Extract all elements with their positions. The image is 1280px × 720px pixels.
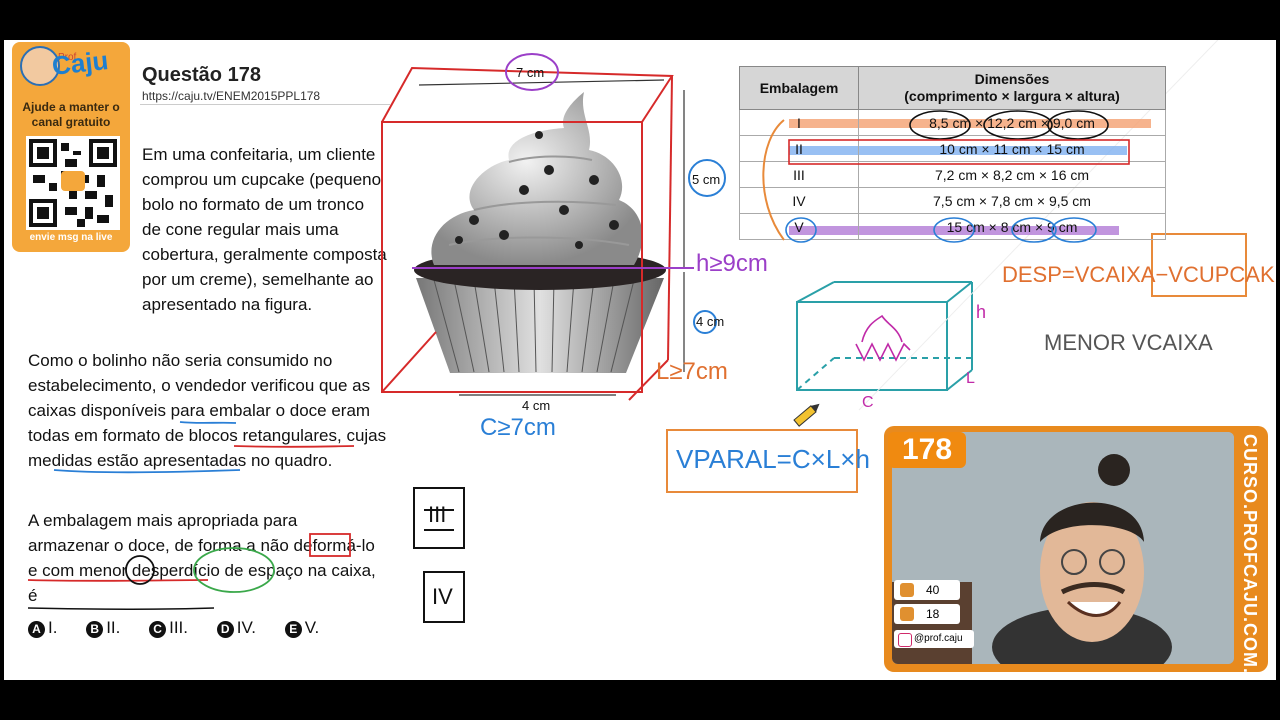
table-row: I 8,5 cm × 12,2 cm × 9,0 cm xyxy=(739,109,1166,136)
annotation-volume-formula: VPARAL=C×L×h xyxy=(676,444,870,474)
annotation-mark-iii: III xyxy=(428,502,447,527)
table-header-embalagem: Embalagem xyxy=(739,66,859,110)
annotation-box-c: C xyxy=(862,394,874,411)
course-url: CURSO.PROFCAJU.COM.BR xyxy=(1240,434,1260,680)
question-link[interactable]: https://caju.tv/ENEM2015PPL178 xyxy=(142,89,320,103)
annotation-desp-formula: DESP=VCAIXA−VCUPCAKE xyxy=(1002,262,1276,287)
figure-height-label: 5 cm xyxy=(692,172,721,187)
help-text: Ajude a manter o canal gratuito xyxy=(22,100,120,129)
question-title: Questão 178 xyxy=(142,64,261,86)
question-number-badge: 178 xyxy=(888,432,966,468)
dimensions-table: Embalagem Dimensões (comprimento × largur… xyxy=(739,66,1166,240)
answer-options: A I. B II. C III. D IV. E V. xyxy=(28,618,343,638)
option-d[interactable]: D IV. xyxy=(216,618,256,638)
thumbs-up-icon xyxy=(900,583,914,597)
option-e[interactable]: E V. xyxy=(284,618,319,638)
option-b[interactable]: B II. xyxy=(86,618,120,638)
figure-base-height-label: 4 cm xyxy=(696,314,725,329)
brand-logo: Caju xyxy=(50,45,110,81)
option-a[interactable]: A I. xyxy=(28,618,57,638)
table-row: III 7,2 cm × 8,2 cm × 16 cm xyxy=(739,161,1166,188)
table-row: V 15 cm × 8 cm × 9 cm xyxy=(739,213,1166,240)
table-row: II 10 cm × 11 cm × 15 cm xyxy=(739,135,1166,162)
annotation-menor: MENOR VCAIXA xyxy=(1044,330,1213,355)
annotation-l-rule: L≥7cm xyxy=(656,358,728,385)
question-paragraph-1: Em uma confeitaria, um cliente comprou u… xyxy=(142,145,387,314)
comment-icon xyxy=(900,607,914,621)
likes-counter: 40 xyxy=(894,580,960,600)
divider xyxy=(140,104,390,105)
instagram-handle[interactable]: @prof.caju xyxy=(894,630,974,648)
whiteboard-page: Prof. Caju Ajude a manter o canal gratui… xyxy=(4,40,1276,680)
annotation-c-rule: C≥7cm xyxy=(480,414,556,441)
table-row: IV 7,5 cm × 7,8 cm × 9,5 cm xyxy=(739,187,1166,214)
annotation-mark-iv: IV xyxy=(432,584,453,609)
table-header-dimensoes: Dimensões (comprimento × largura × altura… xyxy=(858,66,1166,110)
figure-bottom-label: 4 cm xyxy=(522,398,551,413)
channel-card: Prof. Caju Ajude a manter o canal gratui… xyxy=(12,42,130,252)
cta-text: envie msg na live xyxy=(29,232,113,243)
option-c[interactable]: C III. xyxy=(149,618,188,638)
annotation-box-h: h xyxy=(976,302,987,322)
figure-top-label: 7 cm xyxy=(516,65,545,80)
webcam-overlay: 178 40 18 @prof.caju CURSO.PROFCAJU.COM.… xyxy=(884,426,1268,680)
question-paragraph-3: A embalagem mais apropriada para armazen… xyxy=(28,511,376,605)
comments-counter: 18 xyxy=(894,604,960,624)
question-paragraph-2: Como o bolinho não seria consumido no es… xyxy=(28,351,387,470)
annotation-box-l: L xyxy=(966,370,975,387)
instagram-icon xyxy=(898,633,912,647)
annotation-h-rule: h≥9cm xyxy=(696,250,768,277)
qr-code-icon[interactable] xyxy=(26,136,120,230)
